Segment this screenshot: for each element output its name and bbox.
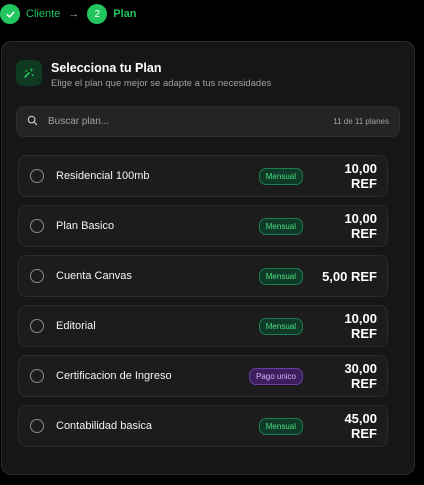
step-plan-number: 2 [94,8,101,20]
plan-option[interactable]: Contabilidad basica Mensual 45,00 REF [18,405,388,447]
billing-badge: Mensual [258,167,303,185]
billing-badge: Mensual [258,417,303,435]
plan-name: Certificacion de Ingreso [56,370,172,382]
plan-option[interactable]: Editorial Mensual 10,00 REF [18,305,388,347]
plan-option[interactable]: Residencial 100mb Mensual 10,00 REF [18,155,388,197]
billing-badge: Pago unico [248,367,303,385]
plan-name: Editorial [56,320,96,332]
radio-button[interactable] [30,319,44,333]
plan-list: Residencial 100mb Mensual 10,00 REF Plan… [18,155,388,455]
plan-price: 10,00 REF [344,161,377,191]
step-plan-indicator: 2 [87,4,108,24]
plan-name: Contabilidad basica [56,420,153,432]
radio-button[interactable] [30,369,44,383]
radio-button[interactable] [30,269,44,283]
card-header: Selecciona tu Plan Elige el plan que mej… [16,60,271,89]
step-cliente-label[interactable]: Cliente [26,8,60,20]
page-subtitle: Elige el plan que mejor se adapte a tus … [51,78,272,89]
plan-option[interactable]: Cuenta Canvas Mensual 5,00 REF [18,255,388,297]
sparkle-icon [16,60,42,86]
radio-button[interactable] [30,419,44,433]
plan-option[interactable]: Plan Basico Mensual 10,00 REF [18,205,388,247]
search-bar: 11 de 11 planes [16,106,400,137]
plan-price: 5,00 REF [322,268,377,284]
search-icon [27,113,38,131]
search-input[interactable] [48,116,334,127]
plan-name: Cuenta Canvas [56,270,132,282]
plan-price: 10,00 REF [344,211,377,241]
plan-count: 11 de 11 planes [333,117,389,126]
billing-badge: Mensual [258,267,303,285]
plan-name: Residencial 100mb [56,170,150,182]
arrow-right-icon: → [68,8,80,20]
radio-button[interactable] [30,219,44,233]
step-complete-icon [0,4,20,24]
plan-selection-card: Selecciona tu Plan Elige el plan que mej… [1,41,415,475]
plan-option[interactable]: Certificacion de Ingreso Pago unico 30,0… [18,355,388,397]
billing-badge: Mensual [258,317,303,335]
radio-button[interactable] [30,169,44,183]
step-plan-label: Plan [113,8,137,20]
stepper: Cliente → 2 Plan [0,3,136,25]
plan-price: 10,00 REF [344,311,377,341]
plan-name: Plan Basico [56,220,115,232]
plan-price: 30,00 REF [344,361,377,391]
page-title: Selecciona tu Plan [51,61,162,75]
plan-price: 45,00 REF [344,411,377,441]
billing-badge: Mensual [258,217,303,235]
